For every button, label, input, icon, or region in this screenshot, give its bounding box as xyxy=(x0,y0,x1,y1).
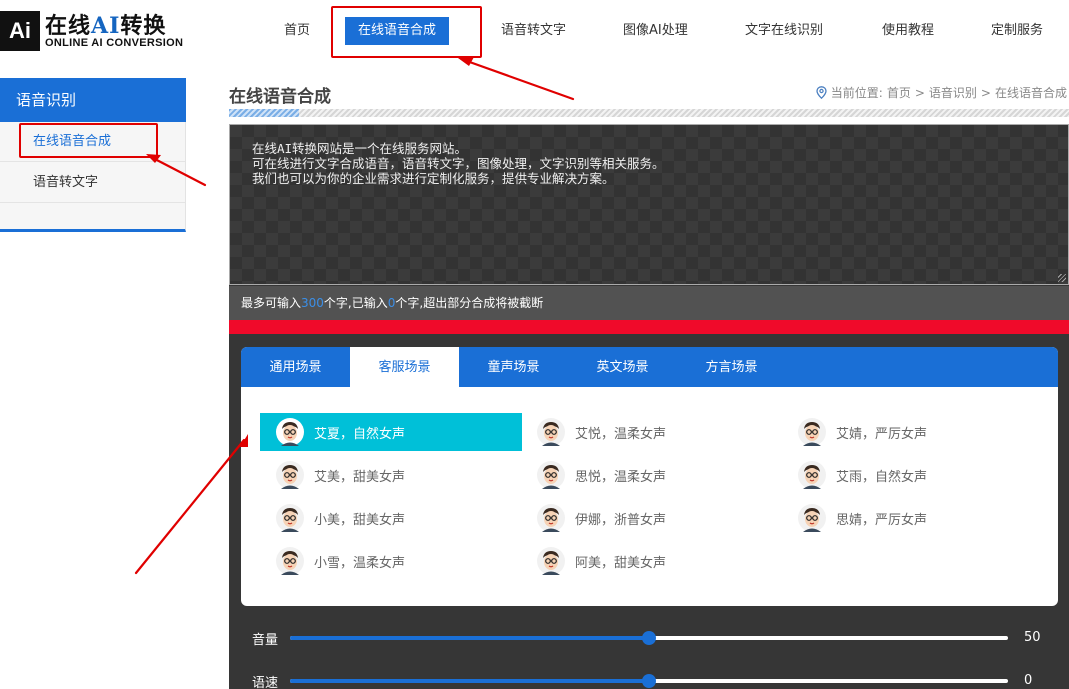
counter-mid: 个字,已输入 xyxy=(323,296,388,310)
nav-speech-to-text[interactable]: 语音转文字 xyxy=(501,17,566,45)
voice-option[interactable]: 思悦，温柔女声 xyxy=(521,456,761,494)
voice-label: 艾夏，自然女声 xyxy=(314,426,406,442)
tab-english-scene[interactable]: 英文场景 xyxy=(568,347,677,387)
nav-speech-synthesis[interactable]: 在线语音合成 xyxy=(345,17,449,45)
counter-pre: 最多可输入 xyxy=(241,296,302,310)
voice-option[interactable]: 小美，甜美女声 xyxy=(260,499,500,537)
tab-child-voice-scene[interactable]: 童声场景 xyxy=(459,347,568,387)
logo-title[interactable]: 在线AI转换 xyxy=(45,8,166,40)
breadcrumb-category[interactable]: 语音识别 xyxy=(929,84,977,101)
avatar-icon xyxy=(537,504,565,532)
voice-label: 思悦，温柔女声 xyxy=(575,469,667,485)
sidebar-item-speech-to-text[interactable]: 语音转文字 xyxy=(0,163,185,203)
voice-option[interactable]: 艾夏，自然女声 xyxy=(260,413,522,451)
voice-option[interactable]: 伊娜，浙普女声 xyxy=(521,499,761,537)
breadcrumb-separator: > xyxy=(980,85,991,100)
tab-general-scene[interactable]: 通用场景 xyxy=(241,347,350,387)
logo-title-pre: 在线 xyxy=(45,14,92,39)
arrow-head-icon xyxy=(458,57,474,66)
voice-option[interactable]: 阿美，甜美女声 xyxy=(521,542,761,580)
resize-grip-icon[interactable] xyxy=(1058,274,1066,282)
avatar-icon xyxy=(276,418,304,446)
voice-label: 阿美，甜美女声 xyxy=(575,555,667,571)
sidebar-title: 语音识别 xyxy=(0,78,186,122)
tab-customer-service-scene[interactable]: 客服场景 xyxy=(350,347,459,387)
breadcrumb-home[interactable]: 首页 xyxy=(887,84,911,101)
annotation-arrow-nav xyxy=(462,58,575,101)
volume-slider-thumb[interactable] xyxy=(642,631,656,645)
voice-label: 艾悦，温柔女声 xyxy=(575,426,667,442)
voice-label: 小雪，温柔女声 xyxy=(314,555,406,571)
voice-label: 思婧，严厉女声 xyxy=(836,512,928,528)
voice-card: 通用场景 客服场景 童声场景 英文场景 方言场景 艾夏，自然女声 艾悦，温柔女声… xyxy=(241,347,1058,606)
avatar-icon xyxy=(276,547,304,575)
voice-option[interactable]: 小雪，温柔女声 xyxy=(260,542,500,580)
voice-label: 艾雨，自然女声 xyxy=(836,469,928,485)
speed-slider-thumb[interactable] xyxy=(642,674,656,688)
avatar-icon xyxy=(798,418,826,446)
breadcrumb-prefix: 当前位置: xyxy=(830,86,883,100)
speed-slider[interactable] xyxy=(290,674,1008,688)
voice-label: 小美，甜美女声 xyxy=(314,512,406,528)
breadcrumb: 当前位置: 首页 > 语音识别 > 在线语音合成 xyxy=(816,84,1067,101)
avatar-icon xyxy=(798,461,826,489)
page-title: 在线语音合成 xyxy=(229,87,331,107)
text-input-content: 在线AI转换网站是一个在线服务网站。 可在线进行文字合成语音，语音转文字，图像处… xyxy=(252,141,665,186)
nav-ocr[interactable]: 文字在线识别 xyxy=(745,17,823,45)
voice-option[interactable]: 思婧，严厉女声 xyxy=(782,499,1022,537)
sidebar-list: 在线语音合成 语音转文字 xyxy=(0,122,186,232)
volume-slider-fill xyxy=(290,636,649,640)
avatar-icon xyxy=(276,504,304,532)
logo-title-ai: AI xyxy=(91,13,121,39)
avatar-icon xyxy=(537,418,565,446)
counter-post: 个字,超出部分合成将被截断 xyxy=(395,296,544,310)
voice-option[interactable]: 艾雨，自然女声 xyxy=(782,456,1022,494)
voice-option[interactable]: 艾婧，严厉女声 xyxy=(782,413,1022,451)
speed-value: 0 xyxy=(1024,673,1033,688)
tab-dialect-scene[interactable]: 方言场景 xyxy=(677,347,786,387)
logo-badge[interactable]: Ai xyxy=(0,11,40,51)
nav-tutorial[interactable]: 使用教程 xyxy=(882,17,934,45)
avatar-icon xyxy=(276,461,304,489)
breadcrumb-current: 在线语音合成 xyxy=(994,86,1067,100)
avatar-icon xyxy=(537,461,565,489)
text-input-area[interactable]: 在线AI转换网站是一个在线服务网站。 可在线进行文字合成语音，语音转文字，图像处… xyxy=(229,124,1069,285)
volume-label: 音量 xyxy=(252,633,279,648)
volume-slider[interactable] xyxy=(290,631,1008,645)
char-counter: 最多可输入300个字,已输入0个字,超出部分合成将被截断 xyxy=(229,286,1069,320)
avatar-icon xyxy=(537,547,565,575)
logo-title-post: 转换 xyxy=(120,14,167,39)
nav-image-ai[interactable]: 图像AI处理 xyxy=(623,17,688,45)
page: Ai 在线AI转换 ONLINE AI CONVERSION 首页 在线语音合成… xyxy=(0,0,1069,689)
avatar-icon xyxy=(798,504,826,532)
location-pin-icon xyxy=(816,86,827,99)
speed-slider-fill xyxy=(290,679,649,683)
title-divider-accent xyxy=(229,109,299,117)
counter-max: 300 xyxy=(301,296,324,310)
nav-custom-service[interactable]: 定制服务 xyxy=(991,17,1043,45)
voice-option[interactable]: 艾悦，温柔女声 xyxy=(521,413,761,451)
voice-option[interactable]: 艾美，甜美女声 xyxy=(260,456,500,494)
nav-home[interactable]: 首页 xyxy=(284,17,310,45)
breadcrumb-separator: > xyxy=(914,85,925,100)
sidebar-item-speech-synthesis[interactable]: 在线语音合成 xyxy=(0,122,185,162)
logo-subtitle: ONLINE AI CONVERSION xyxy=(45,37,184,49)
voice-label: 艾婧，严厉女声 xyxy=(836,426,928,442)
title-divider xyxy=(229,109,1069,117)
speed-label: 语速 xyxy=(252,676,279,689)
scene-tabs: 通用场景 客服场景 童声场景 英文场景 方言场景 xyxy=(241,347,1058,387)
annotation-arrow-voice xyxy=(134,438,246,575)
volume-value: 50 xyxy=(1024,630,1041,645)
red-progress-bar xyxy=(229,320,1069,334)
voice-label: 伊娜，浙普女声 xyxy=(575,512,667,528)
voice-label: 艾美，甜美女声 xyxy=(314,469,406,485)
